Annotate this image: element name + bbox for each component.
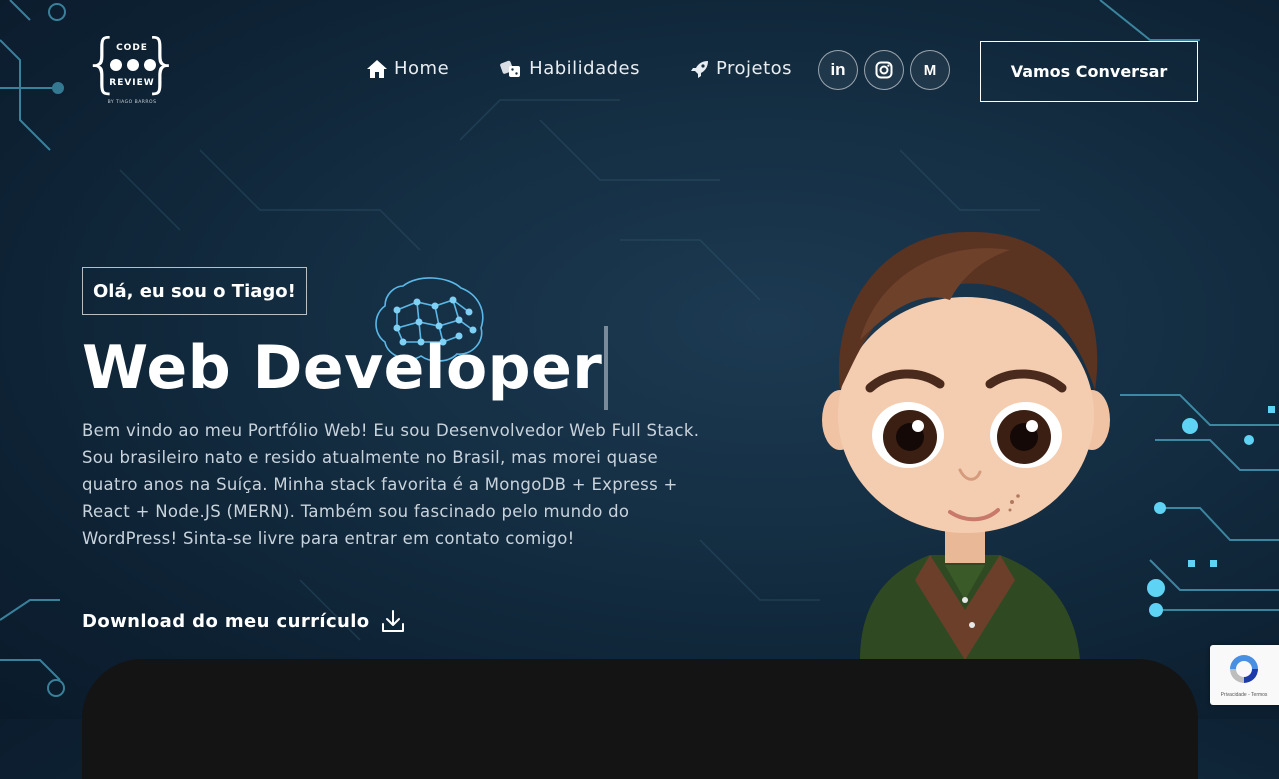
code-review-logo[interactable]: { CODE REVIEW BY TIAGO BARROS } (82, 27, 182, 107)
rocket-icon (690, 60, 708, 78)
main-nav: Home Habilidades Projetos (366, 58, 792, 79)
medium-button[interactable]: M (910, 50, 950, 90)
recaptcha-text: Privacidade - Termos (1220, 692, 1268, 698)
social-links: in M (818, 50, 956, 90)
medium-icon: M (923, 61, 937, 79)
instagram-icon (875, 61, 893, 79)
nav-home-label: Home (394, 58, 450, 79)
typing-caret (604, 326, 609, 410)
download-resume-link[interactable]: Download do meu currículo (82, 608, 406, 634)
recaptcha-badge[interactable]: Privacidade - Termos (1210, 645, 1279, 705)
recaptcha-icon (1230, 655, 1258, 683)
hero-title-row: Web Developer (82, 326, 609, 410)
nav-habilidades[interactable]: Habilidades (499, 58, 640, 79)
home-icon (367, 59, 387, 78)
next-section-panel (82, 659, 1198, 779)
dice-icon (500, 60, 521, 77)
hero-description: Bem vindo ao meu Portfólio Web! Eu sou D… (82, 421, 700, 548)
vamos-conversar-button[interactable]: Vamos Conversar (980, 41, 1198, 102)
nav-habilidades-label: Habilidades (529, 58, 640, 79)
download-resume-label: Download do meu currículo (82, 610, 370, 632)
right-brace: } (141, 27, 182, 101)
greeting-badge: Olá, eu sou o Tiago! (82, 267, 307, 315)
nav-projetos[interactable]: Projetos (690, 58, 792, 79)
linkedin-icon: in (830, 60, 846, 79)
avatar-illustration (822, 231, 1110, 660)
instagram-button[interactable] (864, 50, 904, 90)
nav-projetos-label: Projetos (715, 58, 793, 79)
linkedin-button[interactable]: in (818, 50, 858, 90)
nav-home[interactable]: Home (366, 58, 449, 79)
download-icon (381, 610, 404, 632)
hero-title: Web Developer (82, 333, 603, 403)
